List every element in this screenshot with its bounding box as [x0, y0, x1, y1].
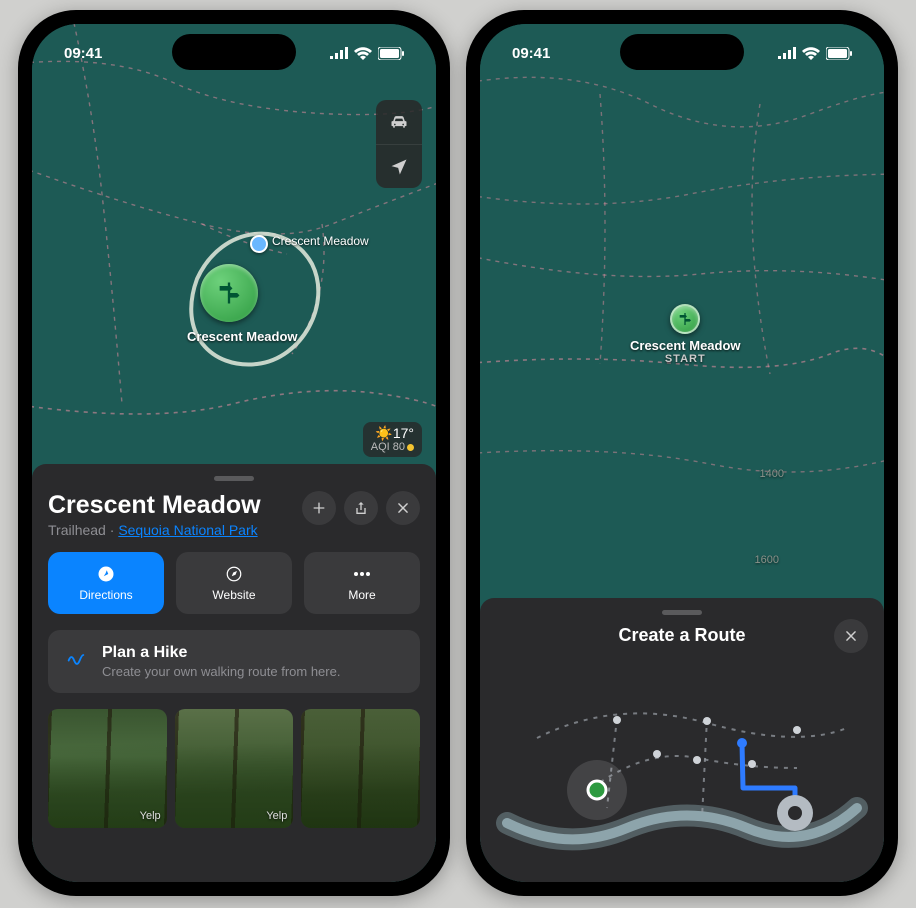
phone-left: 09:41 — [18, 10, 450, 896]
share-button[interactable] — [344, 491, 378, 525]
elevation-1: 1400 — [760, 468, 784, 480]
directions-icon — [96, 564, 116, 584]
share-icon — [353, 500, 369, 516]
start-label: Crescent Meadow START — [630, 338, 741, 365]
elevation-2: 1600 — [755, 554, 779, 566]
sheet-header: Crescent Meadow Trailhead · Sequoia Nati… — [48, 491, 420, 538]
park-link[interactable]: Sequoia National Park — [118, 522, 257, 538]
close-route-button[interactable] — [834, 619, 868, 653]
location-arrow-icon — [389, 157, 409, 177]
status-right — [778, 47, 852, 60]
layers-button[interactable] — [376, 100, 422, 144]
photo-3[interactable] — [301, 709, 420, 828]
photo-row: Yelp Yelp — [48, 709, 420, 828]
photo-1[interactable]: Yelp — [48, 709, 167, 828]
route-illustration — [496, 668, 868, 868]
weather-aqi: AQI 80 — [371, 441, 414, 453]
car-icon — [388, 112, 410, 132]
plan-subtitle: Create your own walking route from here. — [102, 664, 340, 679]
status-right — [330, 47, 404, 60]
map-controls — [376, 100, 422, 188]
route-sheet[interactable]: Create a Route — [480, 598, 884, 882]
plan-title: Plan a Hike — [102, 644, 340, 662]
hike-icon — [64, 644, 88, 666]
aqi-dot — [407, 444, 414, 451]
photo-2[interactable]: Yelp — [175, 709, 294, 828]
photo-credit: Yelp — [266, 810, 287, 822]
sheet-handle[interactable] — [214, 476, 254, 481]
wifi-icon — [802, 47, 820, 60]
phone-right: 09:41 1400 1600 Cres — [466, 10, 898, 896]
status-time: 09:41 — [64, 45, 102, 62]
compass-icon — [224, 564, 244, 584]
start-pin[interactable] — [670, 304, 700, 334]
dynamic-island — [620, 34, 744, 70]
photo-credit: Yelp — [140, 810, 161, 822]
more-icon — [352, 564, 372, 584]
weather-temp: ☀️17° — [371, 426, 414, 441]
sheet-handle[interactable] — [662, 610, 702, 615]
poi-label: Crescent Meadow — [272, 234, 369, 248]
locate-button[interactable] — [376, 144, 422, 188]
close-icon — [396, 501, 410, 515]
trailhead-pin[interactable] — [200, 264, 258, 322]
place-title: Crescent Meadow — [48, 491, 294, 520]
close-sheet-button[interactable] — [386, 491, 420, 525]
close-icon — [844, 629, 858, 643]
more-button[interactable]: More — [304, 552, 420, 614]
cellular-icon — [330, 47, 348, 59]
wifi-icon — [354, 47, 372, 60]
place-sheet[interactable]: Crescent Meadow Trailhead · Sequoia Nati… — [32, 464, 436, 882]
weather-badge[interactable]: ☀️17° AQI 80 — [363, 422, 422, 457]
route-sheet-title: Create a Route — [618, 625, 745, 646]
plan-hike-card[interactable]: Plan a Hike Create your own walking rout… — [48, 630, 420, 693]
trailhead-label: Crescent Meadow — [187, 329, 298, 344]
plus-icon — [311, 500, 327, 516]
battery-icon — [378, 47, 404, 60]
route-sheet-header: Create a Route — [496, 625, 868, 646]
screen-left: 09:41 — [32, 24, 436, 882]
signpost-icon — [677, 311, 693, 327]
place-subtitle: Trailhead · Sequoia National Park — [48, 522, 294, 538]
directions-button[interactable]: Directions — [48, 552, 164, 614]
battery-icon — [826, 47, 852, 60]
screen-right: 09:41 1400 1600 Cres — [480, 24, 884, 882]
sun-icon: ☀️ — [375, 425, 392, 441]
status-time: 09:41 — [512, 45, 550, 62]
dynamic-island — [172, 34, 296, 70]
start-sublabel: START — [630, 353, 741, 365]
cellular-icon — [778, 47, 796, 59]
add-button[interactable] — [302, 491, 336, 525]
poi-pin-small — [250, 235, 268, 253]
signpost-icon — [215, 279, 243, 307]
website-button[interactable]: Website — [176, 552, 292, 614]
action-buttons: Directions Website More — [48, 552, 420, 614]
